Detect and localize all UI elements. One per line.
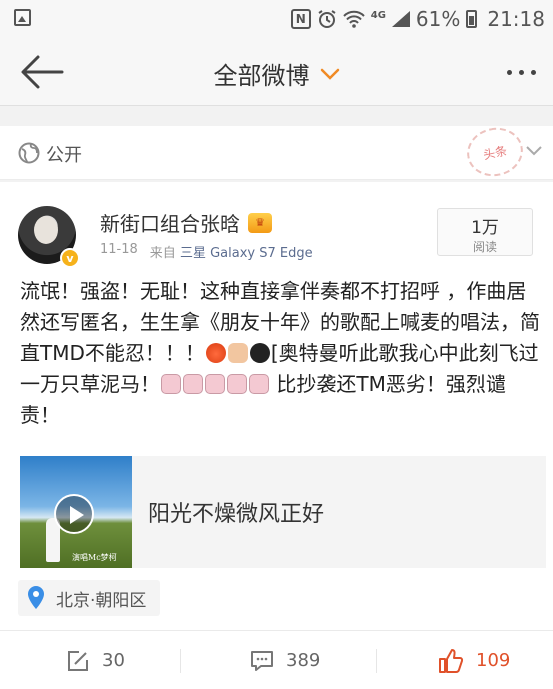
status-bar: N 4G 61% 21:18 bbox=[0, 0, 553, 38]
author-name[interactable]: 新街口组合张晗 bbox=[100, 208, 240, 237]
repost-icon bbox=[68, 650, 88, 671]
fist-emoji-icon bbox=[227, 343, 248, 363]
chevron-down-icon[interactable] bbox=[525, 144, 543, 158]
wifi-icon bbox=[343, 10, 365, 28]
post-source-wrap: 来自 三星 Galaxy S7 Edge bbox=[150, 242, 313, 261]
divider bbox=[180, 649, 181, 673]
pig-emoji-icon bbox=[205, 374, 225, 394]
post-source[interactable]: 三星 Galaxy S7 Edge bbox=[180, 246, 313, 261]
bomb-emoji-icon bbox=[249, 343, 270, 363]
comment-count: 389 bbox=[286, 650, 321, 671]
divider bbox=[376, 649, 377, 673]
location-pin-icon bbox=[28, 586, 44, 609]
source-prefix: 来自 bbox=[149, 246, 176, 261]
reads-counter: 1万 阅读 bbox=[437, 208, 533, 256]
pig-emoji-icon bbox=[161, 374, 181, 394]
action-bar: 30 389 109 bbox=[0, 630, 553, 689]
post-meta: 11-18 来自 三星 Galaxy S7 Edge bbox=[100, 242, 313, 261]
page-title: 全部微博 bbox=[213, 62, 310, 90]
repost-button[interactable]: 30 bbox=[66, 631, 125, 689]
author-row: 新街口组合张晗 ♛ bbox=[100, 208, 272, 237]
pig-emoji-icon bbox=[183, 374, 203, 394]
nav-title-container: 全部微博 bbox=[0, 56, 553, 91]
pig-emoji-icon bbox=[249, 374, 269, 394]
battery-icon bbox=[466, 10, 478, 28]
like-button[interactable]: 109 bbox=[438, 631, 510, 689]
like-count: 109 bbox=[476, 650, 511, 671]
post-date: 11-18 bbox=[100, 242, 138, 257]
nfc-icon: N bbox=[290, 9, 311, 29]
headline-stamp: 头条 bbox=[462, 122, 528, 182]
visibility-label: 公开 bbox=[46, 145, 82, 166]
thumbnail-caption: 演唱Mc梦柯 bbox=[72, 553, 117, 562]
nav-bar: 全部微博 bbox=[0, 38, 553, 106]
angry-emoji-icon bbox=[205, 343, 226, 363]
clock: 21:18 bbox=[487, 7, 545, 31]
alarm-icon bbox=[318, 10, 336, 28]
music-card[interactable]: 演唱Mc梦柯 阳光不燥微风正好 bbox=[20, 456, 546, 568]
location-tag[interactable]: 北京·朝阳区 bbox=[18, 580, 161, 616]
chevron-down-icon bbox=[320, 68, 339, 80]
music-thumbnail: 演唱Mc梦柯 bbox=[20, 456, 132, 568]
comment-icon bbox=[251, 650, 273, 671]
visibility-row: 公开 头条 bbox=[0, 122, 553, 182]
battery-percent: 61% bbox=[415, 7, 461, 31]
music-title: 阳光不燥微风正好 bbox=[148, 502, 325, 527]
reads-label: 阅读 bbox=[472, 240, 497, 254]
stamp-text: 头条 bbox=[481, 143, 509, 162]
status-bar-right: N 4G 61% 21:18 bbox=[290, 0, 545, 38]
post-card: v 新街口组合张晗 ♛ 11-18 来自 三星 Galaxy S7 Edge 1… bbox=[0, 182, 553, 630]
more-dots-icon[interactable] bbox=[501, 60, 541, 84]
post-body: 流氓！强盗！无耻！这种直接拿伴奏都不打招呼 ，作曲居然还写匿名，生生拿《朋友十年… bbox=[20, 276, 540, 431]
reads-count: 1万 bbox=[471, 218, 499, 238]
repost-count: 30 bbox=[102, 650, 125, 671]
signal-icon bbox=[391, 11, 410, 27]
image-icon bbox=[14, 9, 31, 26]
pig-emoji-icon bbox=[227, 374, 247, 394]
network-type: 4G bbox=[370, 9, 386, 21]
location-text: 北京·朝阳区 bbox=[56, 590, 147, 611]
play-icon[interactable] bbox=[54, 494, 94, 534]
feed-filter-dropdown[interactable]: 全部微博 bbox=[214, 56, 340, 91]
verified-badge-icon: v bbox=[60, 248, 80, 268]
thumbs-up-icon bbox=[439, 648, 464, 673]
globe-icon bbox=[18, 142, 40, 164]
comment-button[interactable]: 389 bbox=[250, 631, 320, 689]
vip-crown-icon[interactable]: ♛ bbox=[248, 212, 272, 233]
